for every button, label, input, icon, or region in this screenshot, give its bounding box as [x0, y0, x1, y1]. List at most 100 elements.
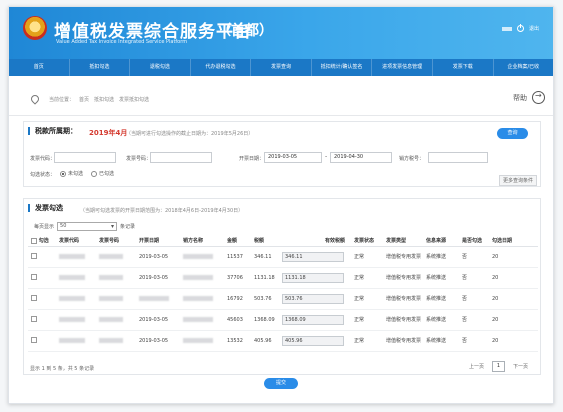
help-label: 帮助 — [513, 93, 527, 102]
radio-checked-label: 已勾选 — [99, 171, 115, 177]
pagination: 上一页 1 下一页 — [469, 361, 528, 372]
next-page-button[interactable]: 下一页 — [513, 363, 528, 370]
redacted-value — [183, 274, 213, 280]
invoice-list-panel: 发票勾选 （当期可勾选发票的开票日期范围为：2018年4月6日-2019年4月3… — [23, 198, 541, 375]
invoice-type-cell: 增值税专用发票 — [383, 246, 423, 268]
date-from-input[interactable]: 2019-03-05 — [264, 152, 322, 163]
check-date-cell: 20 — [489, 309, 538, 331]
page-size-control: 每页显示 50 条记录 — [34, 222, 135, 231]
invoice-number-cell — [96, 330, 136, 352]
nav-item-deduction-check[interactable]: 抵扣勾选 — [70, 59, 131, 76]
logout-link[interactable]: 退出 — [529, 25, 539, 32]
col-invoice-code: 发票代码 — [56, 236, 96, 247]
col-check-date: 勾选日期 — [489, 236, 538, 247]
invoice-status-cell: 正常 — [351, 330, 383, 352]
more-conditions-button[interactable]: 更多查询条件 — [498, 175, 537, 186]
effective-tax-input[interactable]: 405.96 — [282, 335, 344, 346]
effective-tax-input[interactable]: 1368.09 — [282, 314, 344, 325]
select-all-checkbox[interactable] — [31, 237, 37, 244]
is-checked-cell: 否 — [459, 309, 489, 331]
radio-unchecked-label: 未勾选 — [68, 171, 84, 177]
invoice-code-input[interactable] — [54, 152, 116, 163]
redacted-value — [59, 253, 85, 259]
row-checkbox[interactable] — [31, 274, 37, 281]
effective-tax-cell: 346.11 — [279, 246, 351, 268]
row-checkbox[interactable] — [31, 253, 37, 260]
table-row[interactable]: 16792 503.76 503.76 正常 增值税专用发票 系统推送 否 20 — [28, 288, 538, 310]
date-range-separator: - — [325, 153, 328, 160]
nav-item-home[interactable]: 首页 — [9, 59, 70, 76]
amount-cell: 45603 — [224, 309, 251, 331]
redacted-value — [59, 295, 85, 301]
issue-date-cell: 2019-03-05 — [136, 309, 180, 331]
query-panel: 税款所属期： 2019年4月 （当期可进行勾选操作的截止日期为：2019年5月2… — [23, 121, 541, 187]
tax-cell: 1368.09 — [251, 309, 279, 331]
row-checkbox[interactable] — [31, 337, 37, 344]
table-row[interactable]: 2019-03-05 11537 346.11 346.11 正常 增值税专用发… — [28, 246, 538, 268]
info-source-cell: 系统推送 — [423, 246, 459, 268]
is-checked-cell: 否 — [459, 267, 489, 289]
invoice-status-cell: 正常 — [351, 309, 383, 331]
row-checkbox-cell — [28, 246, 56, 268]
table-row[interactable]: 2019-03-05 45603 1368.09 1368.09 正常 增值税专… — [28, 309, 538, 331]
page-number-current[interactable]: 1 — [491, 361, 505, 372]
prev-page-button[interactable]: 上一页 — [469, 363, 484, 370]
is-checked-cell: 否 — [459, 246, 489, 268]
effective-tax-input[interactable]: 346.11 — [282, 251, 344, 262]
col-amount: 金额 — [224, 236, 251, 247]
redacted-value — [59, 316, 85, 322]
tax-emblem-icon — [23, 16, 47, 40]
col-invoice-number: 发票号码 — [96, 236, 136, 247]
invoice-code-cell — [56, 246, 96, 268]
help-button[interactable]: 帮助 — [513, 91, 545, 104]
query-button[interactable]: 查询 — [497, 128, 528, 139]
issue-date-cell — [136, 288, 180, 310]
page-size-select[interactable]: 50 — [57, 222, 118, 231]
issue-date-label: 开票日期： — [239, 156, 265, 162]
nav-item-input-invoice-mgmt[interactable]: 进项发票信息管理 — [372, 59, 433, 76]
effective-tax-input[interactable]: 503.76 — [282, 293, 344, 304]
nav-item-invoice-query[interactable]: 发票查询 — [251, 59, 312, 76]
radio-checked[interactable]: 已勾选 — [91, 170, 114, 177]
check-date-cell: 20 — [489, 267, 538, 289]
breadcrumb-deduction[interactable]: 抵扣勾选 — [94, 96, 114, 103]
radio-unchecked-dot[interactable] — [60, 170, 66, 177]
page-size-label: 每页显示 — [34, 224, 55, 230]
col-invoice-status: 发票状态 — [351, 236, 383, 247]
tax-period-label: 税款所属期： — [28, 127, 77, 135]
row-checkbox[interactable] — [31, 295, 37, 302]
seller-name-cell — [180, 246, 224, 268]
effective-tax-input[interactable]: 1131.18 — [282, 272, 344, 283]
date-to-input[interactable]: 2019-04-30 — [330, 152, 392, 163]
info-source-cell: 系统推送 — [423, 309, 459, 331]
nav-item-agent-refund-check[interactable]: 代办退税勾选 — [191, 59, 252, 76]
invoice-type-cell: 增值税专用发票 — [383, 309, 423, 331]
check-date-cell: 20 — [489, 330, 538, 352]
seller-tax-input[interactable] — [428, 152, 488, 163]
seller-tax-label: 销方税号： — [399, 156, 425, 162]
logout-icon[interactable] — [516, 24, 524, 32]
check-date-cell: 20 — [489, 288, 538, 310]
effective-tax-cell: 1131.18 — [279, 267, 351, 289]
nav-item-deduction-stats[interactable]: 抵扣统计/确认签名 — [312, 59, 373, 76]
redacted-value — [183, 253, 213, 259]
breadcrumb-home[interactable]: 首页 — [79, 96, 89, 103]
invoice-number-input[interactable] — [150, 152, 212, 163]
table-row[interactable]: 2019-03-05 13532 405.96 405.96 正常 增值税专用发… — [28, 330, 538, 352]
invoice-code-cell — [56, 288, 96, 310]
nav-item-enterprise-profile[interactable]: 企业档案/已收 — [494, 59, 554, 76]
col-select: 勾选 — [28, 236, 56, 247]
nav-item-refund-check[interactable]: 退税勾选 — [130, 59, 191, 76]
radio-checked-dot[interactable] — [91, 170, 97, 177]
col-issue-date: 开票日期 — [136, 236, 180, 247]
redacted-value — [99, 337, 123, 343]
amount-cell: 11537 — [224, 246, 251, 268]
radio-unchecked[interactable]: 未勾选 — [60, 170, 83, 177]
invoice-code-cell — [56, 309, 96, 331]
nav-item-invoice-download[interactable]: 发票下载 — [433, 59, 494, 76]
submit-button[interactable]: 提交 — [264, 378, 298, 389]
row-checkbox[interactable] — [31, 316, 37, 323]
table-row[interactable]: 2019-03-05 37706 1131.18 1131.18 正常 增值税专… — [28, 267, 538, 289]
platform-subtitle: Value Added Tax Invoice Integrated Servi… — [56, 39, 188, 45]
is-checked-cell: 否 — [459, 330, 489, 352]
